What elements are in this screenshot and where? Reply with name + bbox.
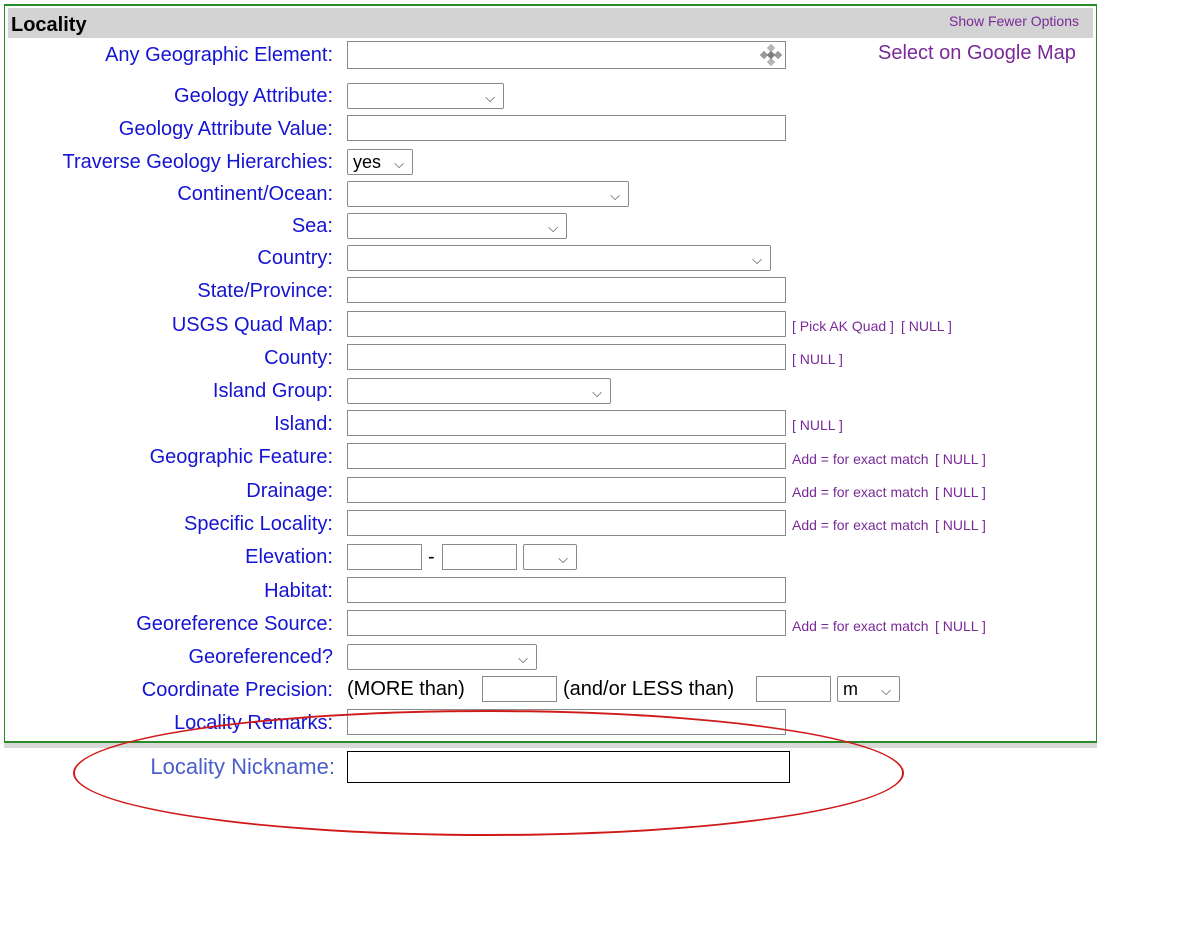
chevron-down-icon: ⌵: [610, 188, 620, 203]
elevation-max-input[interactable]: [442, 544, 517, 570]
georeference-source-null-link[interactable]: [ NULL ]: [935, 618, 986, 634]
geology-attribute-value-input[interactable]: [347, 115, 786, 141]
island-input[interactable]: [347, 410, 786, 436]
drainage-label: Drainage:: [246, 480, 333, 502]
specific-locality-null-link[interactable]: [ NULL ]: [935, 517, 986, 533]
any-geo-label: Any Geographic Element:: [105, 44, 333, 66]
coordinate-precision-label: Coordinate Precision:: [141, 679, 333, 701]
country-select[interactable]: ⌵: [347, 245, 771, 271]
precision-unit-value: m: [843, 679, 858, 699]
precision-more-than-input[interactable]: [482, 676, 557, 702]
island-null-link[interactable]: [ NULL ]: [792, 417, 843, 433]
pick-ak-quad-link[interactable]: [ Pick AK Quad ]: [792, 318, 894, 334]
habitat-input[interactable]: [347, 577, 786, 603]
drainage-exact-hint: Add = for exact match: [792, 484, 929, 500]
geology-attribute-label: Geology Attribute:: [174, 85, 333, 107]
county-label: County:: [264, 347, 333, 369]
sea-select[interactable]: ⌵: [347, 213, 567, 239]
precision-less-than-input[interactable]: [756, 676, 831, 702]
elevation-min-input[interactable]: [347, 544, 422, 570]
geology-attribute-select[interactable]: ⌵: [347, 83, 504, 109]
chevron-down-icon: ⌵: [558, 551, 568, 566]
locality-remarks-input[interactable]: [347, 709, 786, 735]
continent-ocean-label: Continent/Ocean:: [177, 183, 333, 205]
specific-locality-label: Specific Locality:: [184, 513, 333, 535]
county-null-link[interactable]: [ NULL ]: [792, 351, 843, 367]
any-geo-input[interactable]: [347, 41, 786, 69]
specific-locality-input[interactable]: [347, 510, 786, 536]
geology-attribute-value-label: Geology Attribute Value:: [118, 118, 333, 140]
country-label: Country:: [257, 247, 333, 269]
chevron-down-icon: ⌵: [394, 156, 404, 171]
geographic-feature-exact-hint: Add = for exact match: [792, 451, 929, 467]
georeference-source-label: Georeference Source:: [136, 613, 333, 635]
usgs-quad-input[interactable]: [347, 311, 786, 337]
grid-diamond-icon[interactable]: [760, 44, 782, 66]
chevron-down-icon: ⌵: [752, 252, 762, 267]
chevron-down-icon: ⌵: [518, 651, 528, 666]
georeferenced-label: Georeferenced?: [188, 646, 333, 668]
geographic-feature-label: Geographic Feature:: [149, 446, 333, 468]
show-fewer-options-link[interactable]: Show Fewer Options: [949, 13, 1079, 29]
section-divider: [4, 741, 1097, 748]
locality-remarks-label: Locality Remarks:: [174, 712, 333, 734]
elevation-dash: -: [428, 546, 435, 568]
select-on-google-map-link[interactable]: Select on Google Map: [878, 42, 1076, 65]
state-province-input[interactable]: [347, 277, 786, 303]
sea-label: Sea:: [291, 215, 333, 237]
island-label: Island:: [274, 413, 333, 435]
chevron-down-icon: ⌵: [881, 683, 891, 698]
geographic-feature-null-link[interactable]: [ NULL ]: [935, 451, 986, 467]
locality-nickname-label: Locality Nickname:: [150, 754, 335, 779]
chevron-down-icon: ⌵: [592, 385, 602, 400]
traverse-hierarchies-label: Traverse Geology Hierarchies:: [62, 151, 333, 173]
continent-ocean-select[interactable]: ⌵: [347, 181, 629, 207]
chevron-down-icon: ⌵: [485, 90, 495, 105]
usgs-quad-null-link[interactable]: [ NULL ]: [901, 318, 952, 334]
state-province-label: State/Province:: [197, 280, 333, 302]
county-input[interactable]: [347, 344, 786, 370]
locality-nickname-input[interactable]: [347, 751, 790, 783]
section-title: Locality: [11, 14, 87, 36]
elevation-label: Elevation:: [245, 546, 333, 568]
less-than-text: (and/or LESS than): [563, 678, 735, 700]
habitat-label: Habitat:: [264, 580, 333, 602]
section-header: Locality Show Fewer Options: [8, 8, 1093, 38]
more-than-text: (MORE than): [347, 678, 465, 700]
drainage-input[interactable]: [347, 477, 786, 503]
georeference-source-input[interactable]: [347, 610, 786, 636]
chevron-down-icon: ⌵: [548, 220, 558, 235]
elevation-unit-select[interactable]: ⌵: [523, 544, 577, 570]
island-group-label: Island Group:: [212, 380, 333, 402]
island-group-select[interactable]: ⌵: [347, 378, 611, 404]
precision-unit-select[interactable]: m ⌵: [837, 676, 900, 702]
usgs-quad-label: USGS Quad Map:: [171, 314, 333, 336]
specific-locality-exact-hint: Add = for exact match: [792, 517, 929, 533]
drainage-null-link[interactable]: [ NULL ]: [935, 484, 986, 500]
georeference-source-exact-hint: Add = for exact match: [792, 618, 929, 634]
traverse-hierarchies-select[interactable]: yes ⌵: [347, 149, 413, 175]
traverse-hierarchies-value: yes: [353, 152, 382, 172]
georeferenced-select[interactable]: ⌵: [347, 644, 537, 670]
geographic-feature-input[interactable]: [347, 443, 786, 469]
